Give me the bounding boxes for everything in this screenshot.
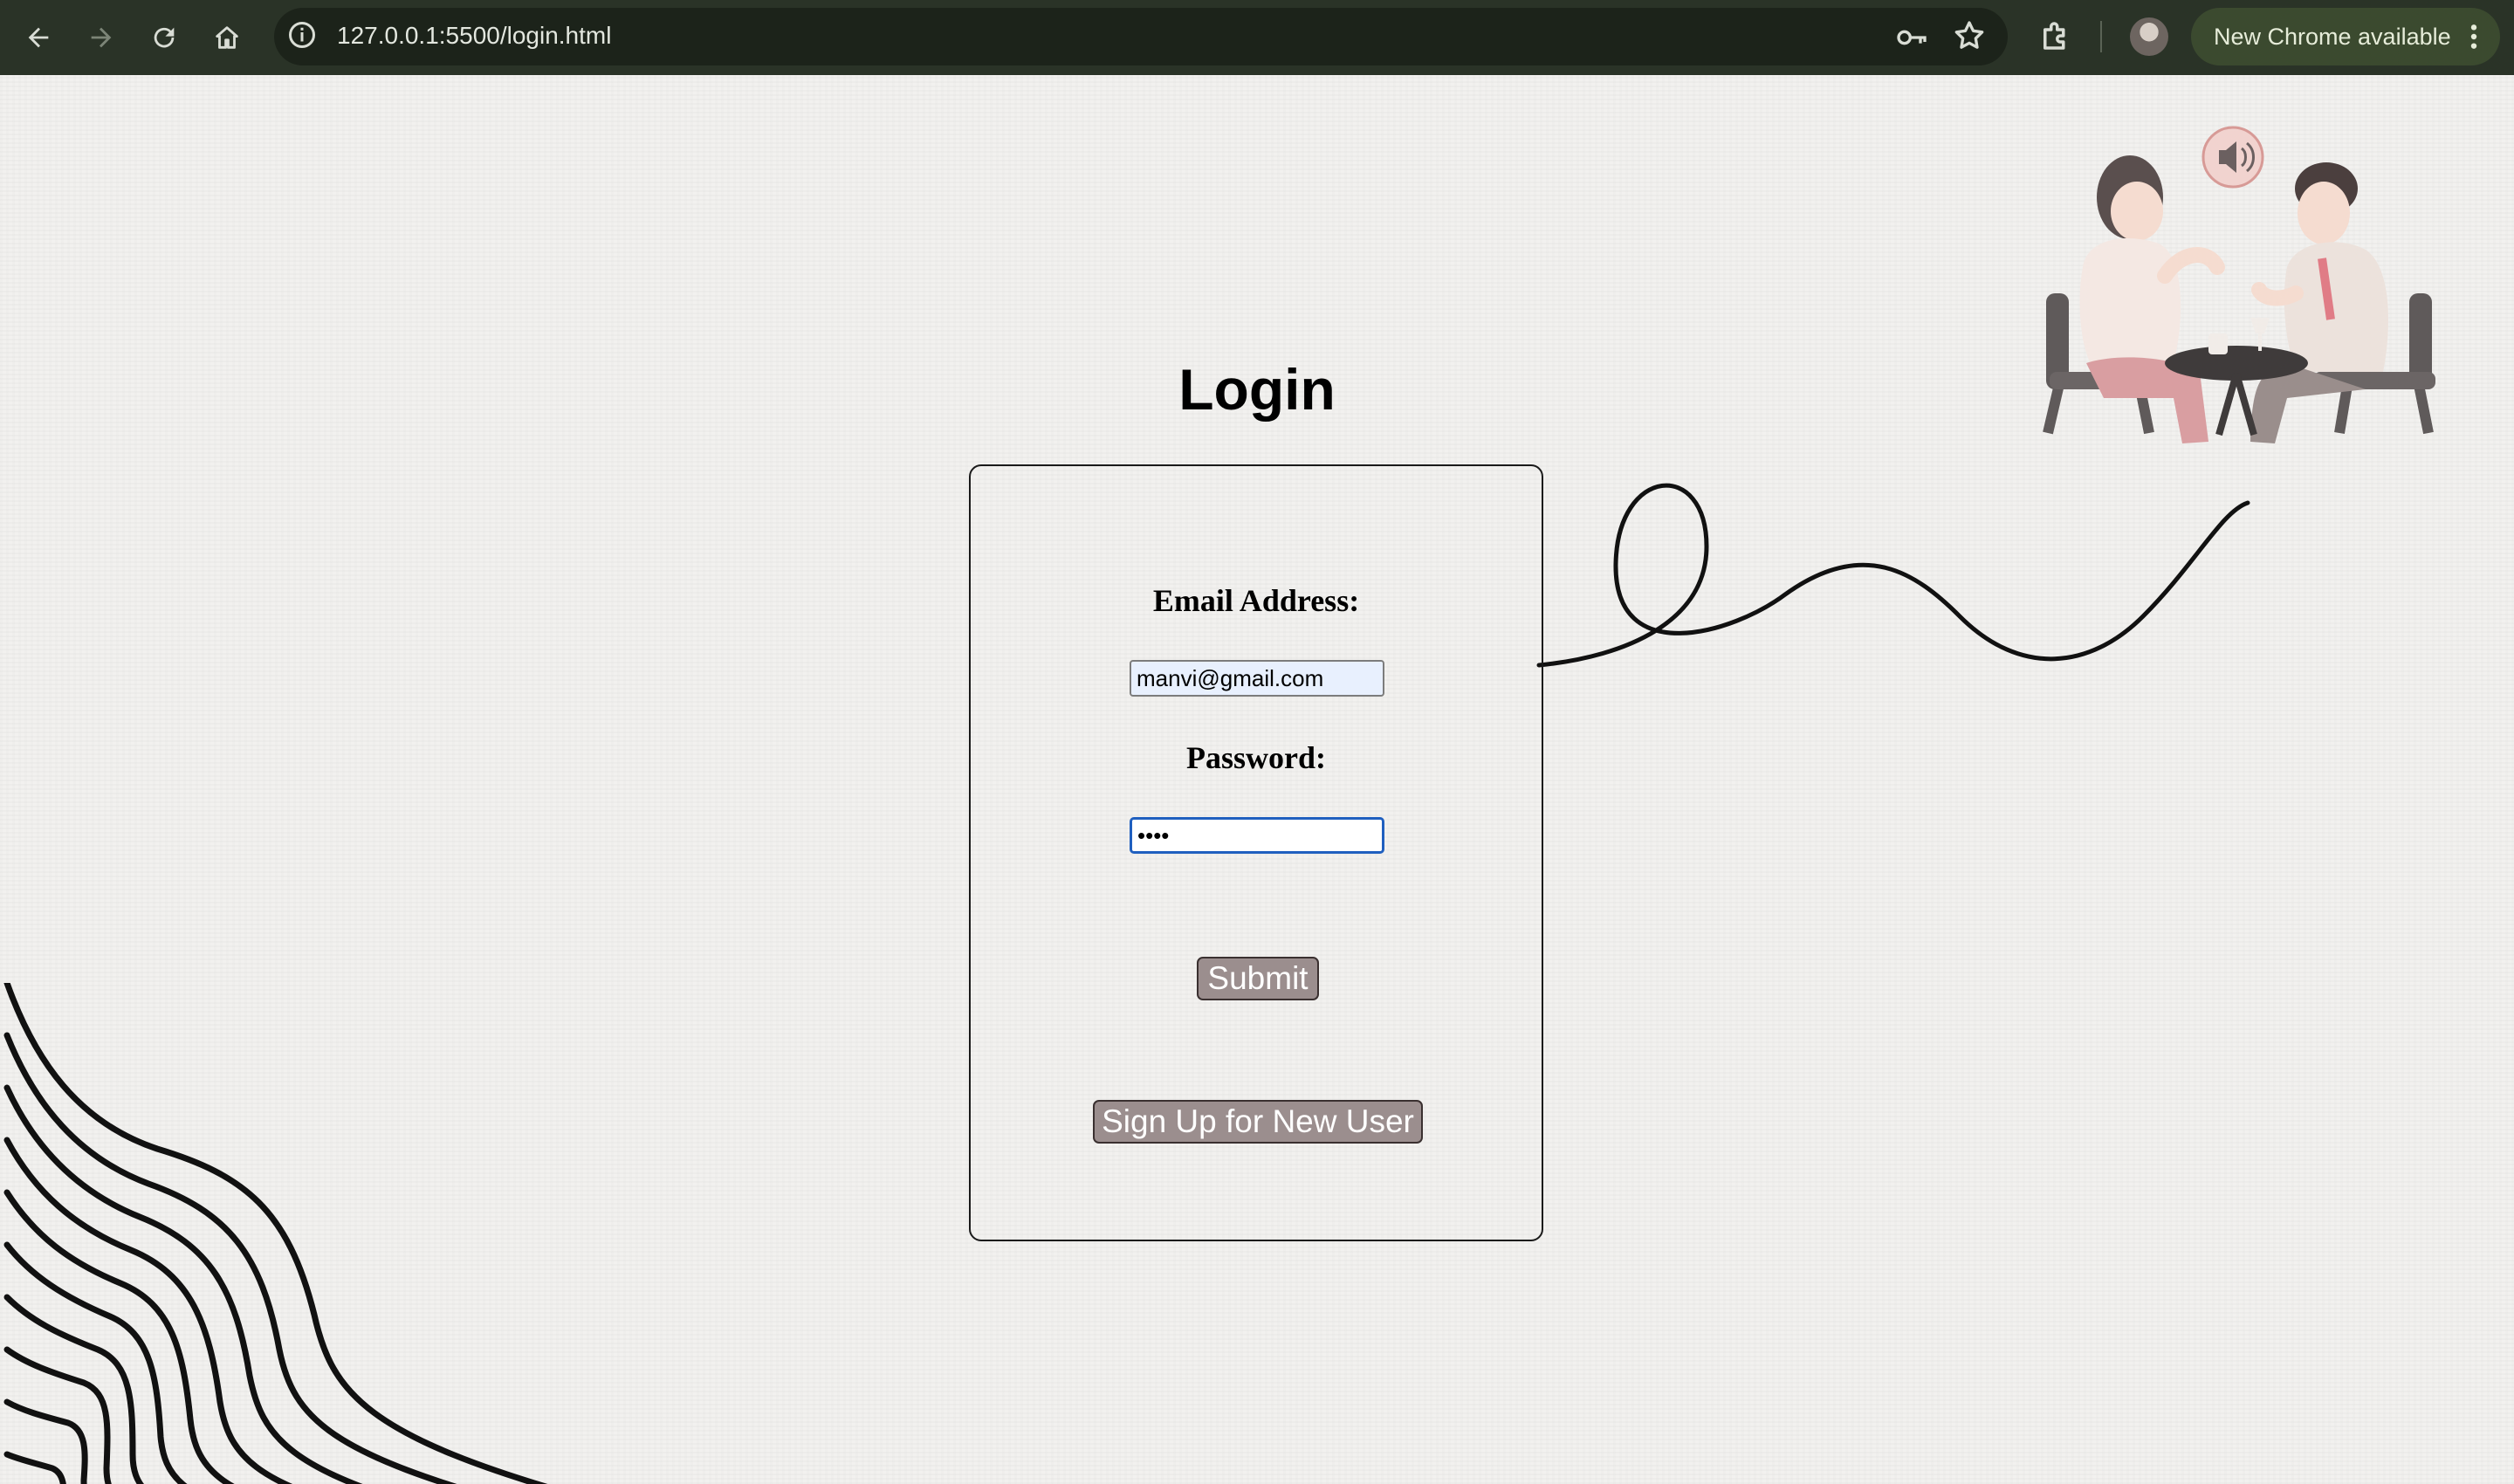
more-vert-icon[interactable] [2467,23,2481,51]
email-label: Email Address: [1152,583,1360,618]
extensions-icon[interactable] [2037,17,2074,54]
profile-avatar[interactable] [2130,17,2168,56]
browser-toolbar: 127.0.0.1:5500/login.html New Chrome ava… [0,0,2514,75]
home-icon[interactable] [206,17,248,58]
page-title: Login [1178,357,1336,422]
page-viewport: Login Email Address: Password: •••• Subm… [0,75,2514,1484]
password-label: Password: [1186,740,1326,775]
decorative-wave-lines [3,983,548,1484]
password-key-icon[interactable] [1894,20,1929,55]
toolbar-separator [2100,21,2102,52]
password-field[interactable]: •••• [1130,817,1384,854]
update-chrome-button[interactable]: New Chrome available [2191,8,2500,65]
reload-icon[interactable] [143,17,185,58]
update-label: New Chrome available [2214,24,2451,50]
site-info-icon[interactable] [286,19,318,51]
back-icon[interactable] [17,17,59,58]
forward-icon[interactable] [80,17,122,58]
submit-button[interactable]: Submit [1197,957,1319,1000]
bookmark-star-icon[interactable] [1952,18,1987,53]
cafe-conversation-illustration [2043,126,2435,443]
email-field[interactable] [1130,660,1384,697]
login-form-card: Email Address: Password: •••• Submit Sig… [969,464,1543,1241]
url-text[interactable]: 127.0.0.1:5500/login.html [337,18,611,53]
signup-button[interactable]: Sign Up for New User [1093,1100,1423,1144]
